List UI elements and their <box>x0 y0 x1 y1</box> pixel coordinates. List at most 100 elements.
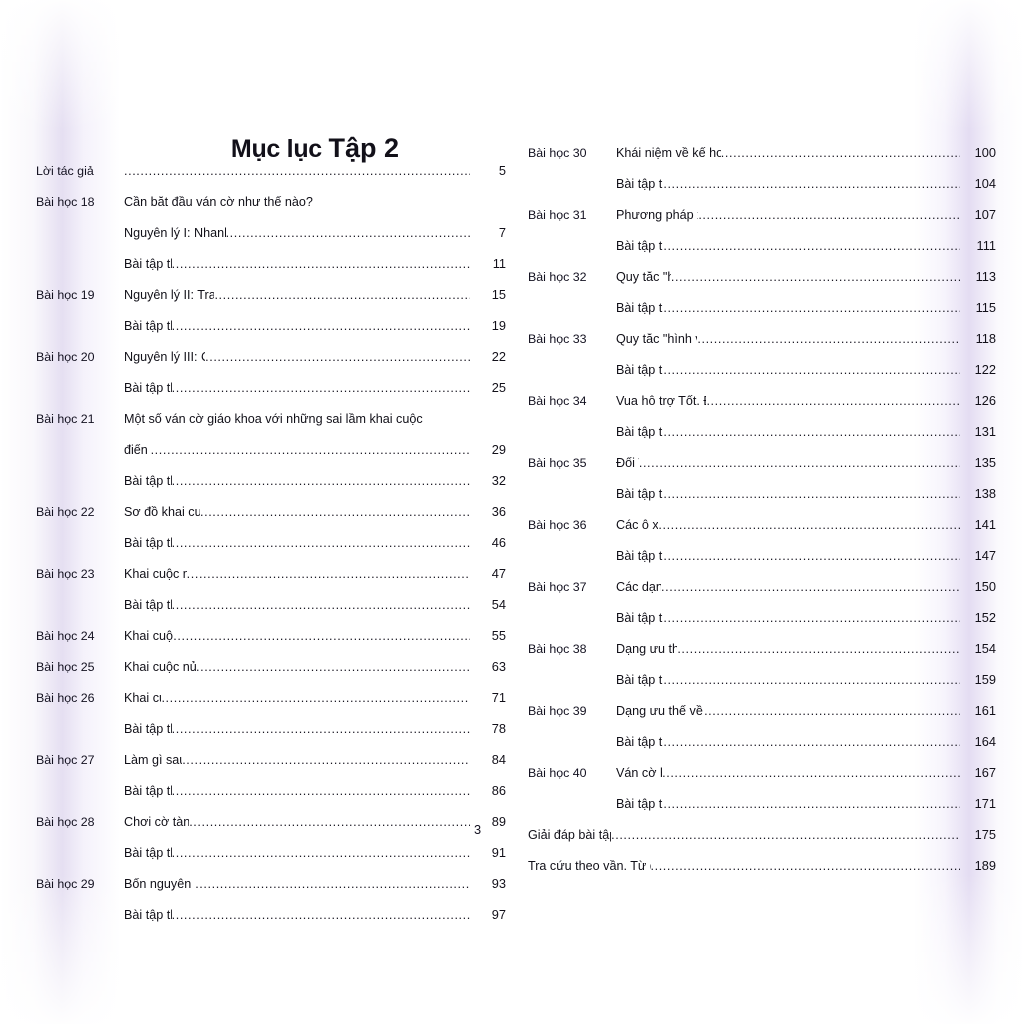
toc-row[interactable]: Bài học 36 Các ô xung yếu 141 <box>528 519 996 550</box>
toc-entry[interactable]: Nguyên lý I: Nhanh chóng phát triển lực … <box>124 227 506 240</box>
toc-entry[interactable]: Bài tập thực hành 11 <box>124 258 506 271</box>
toc-row[interactable]: Bài học 25 Khai cuộc nửa mở (tiếp theo) 63 <box>36 661 506 692</box>
toc-row[interactable]: Bài học 22 Sơ đồ khai cuộc. Khai cuộc mở 3… <box>36 506 506 537</box>
toc-row[interactable]: Bài tập thực hành 54 <box>36 599 506 630</box>
toc-row[interactable]: Bài tập thực hành 104 <box>528 178 996 209</box>
toc-row[interactable]: Bài học 23 Khai cuộc mở (tiếp theo) 47 <box>36 568 506 599</box>
toc-entry[interactable]: Bài tập thực hành 91 <box>124 847 506 860</box>
entry-title: Bài tập thực hành <box>124 723 172 736</box>
toc-row[interactable]: Bài học 33 Quy tắc "hình vuông" trong thự… <box>528 333 996 364</box>
toc-entry[interactable]: Vua hỗ trợ Tốt. Đôi điều về các Tốt biên… <box>616 395 996 408</box>
toc-row[interactable]: Lời tác giả 5 <box>36 165 506 196</box>
toc-entry[interactable]: Bài tập thực hành 159 <box>616 674 996 687</box>
toc-row[interactable]: Bài tập thực hành 78 <box>36 723 506 754</box>
toc-entry[interactable]: Khai cuộc mở (tiếp theo) 47 <box>124 568 506 581</box>
toc-entry[interactable]: Các ô xung yếu 141 <box>616 519 996 532</box>
toc-row[interactable]: Bài tập thực hành 11 <box>36 258 506 289</box>
toc-row[interactable]: Bài tập thực hành 122 <box>528 364 996 395</box>
toc-entry[interactable]: Bài tập thực hành 152 <box>616 612 996 625</box>
toc-row[interactable]: Bài tập thực hành 138 <box>528 488 996 519</box>
toc-entry[interactable]: Bài tập thực hành 78 <box>124 723 506 736</box>
toc-row[interactable]: Bài tập thực hành 147 <box>528 550 996 581</box>
toc-row[interactable]: Bài tập thực hành 32 <box>36 475 506 506</box>
toc-entry[interactable]: Khai cuộc nửa mở 55 <box>124 630 506 643</box>
toc-row[interactable]: Bài học 40 Ván cờ hoàn hảo 167 <box>528 767 996 798</box>
toc-row[interactable]: Nguyên lý I: Nhanh chóng phát triển lực … <box>36 227 506 258</box>
toc-entry[interactable]: Chơi cờ tàn như thế nào?89 <box>124 816 506 829</box>
toc-entry[interactable]: Bài tập thực hành 164 <box>616 736 996 749</box>
toc-row[interactable]: Bài học 18 Cần bắt đầu ván cờ như thế nào… <box>36 196 506 227</box>
toc-row[interactable]: Bài tập thực hành 164 <box>528 736 996 767</box>
toc-row[interactable]: Bài tập thực hành 171 <box>528 798 996 829</box>
toc-entry[interactable]: Phương pháp xử lý ưu thế vật chất 107 <box>616 209 996 222</box>
toc-entry[interactable]: Khái niệm về kế hoạch. Xử lý ưu thế vật … <box>616 147 996 160</box>
toc-row[interactable]: Bài tập thực hành 159 <box>528 674 996 705</box>
toc-row[interactable]: Bài học 26 Khai cuộc kín 71 <box>36 692 506 723</box>
toc-entry[interactable]: Bài tập thực hành 54 <box>124 599 506 612</box>
toc-entry[interactable]: Khai cuộc nửa mở (tiếp theo) 63 <box>124 661 506 674</box>
toc-row[interactable]: Bài tập thực hành 111 <box>528 240 996 271</box>
toc-entry[interactable]: Các dạng ưu thế 150 <box>616 581 996 594</box>
toc-entry[interactable]: Bài tập thực hành 115 <box>616 302 996 315</box>
toc-entry[interactable]: Quy tắc "hình vuông" 113 <box>616 271 996 284</box>
toc-entry[interactable]: Tra cứu theo vần. Từ điển thuật ngữ cờ V… <box>528 860 996 873</box>
toc-entry[interactable]: Sơ đồ khai cuộc. Khai cuộc mở 36 <box>124 506 506 519</box>
toc-entry[interactable]: điển hình 29 <box>124 444 506 457</box>
toc-row[interactable]: Bài học 31 Phương pháp xử lý ưu thế vật c… <box>528 209 996 240</box>
toc-row[interactable]: Bài học 29 Bốn nguyên lý cờ tàn cơ bản 93 <box>36 878 506 909</box>
toc-entry[interactable]: Quy tắc "hình vuông" trong thực tế 118 <box>616 333 996 346</box>
entry-title: Phương pháp xử lý ưu thế vật chất <box>616 209 698 222</box>
toc-row[interactable]: Bài học 34 Vua hỗ trợ Tốt. Đôi điều về cá… <box>528 395 996 426</box>
toc-row[interactable]: Tra cứu theo vần. Từ điển thuật ngữ cờ V… <box>528 860 996 891</box>
toc-row[interactable]: Bài học 37 Các dạng ưu thế 150 <box>528 581 996 612</box>
toc-entry[interactable]: Nguyên lý III: Cấu trúc Tốt hài hòa 22 <box>124 351 506 364</box>
toc-entry[interactable]: Bài tập thực hành 171 <box>616 798 996 811</box>
toc-entry[interactable]: Một số ván cờ giáo khoa với những sai lầ… <box>124 413 506 426</box>
toc-entry[interactable]: Bài tập thực hành 25 <box>124 382 506 395</box>
toc-entry[interactable]: Bốn nguyên lý cờ tàn cơ bản 93 <box>124 878 506 891</box>
toc-row[interactable]: Bài học 28 Chơi cờ tàn như thế nào?89 <box>36 816 506 847</box>
toc-row[interactable]: Bài tập thực hành 97 <box>36 909 506 940</box>
toc-row[interactable]: Bài tập thực hành 86 <box>36 785 506 816</box>
toc-row[interactable]: Bài học 39 Dạng ưu thế về thời gian. An t… <box>528 705 996 736</box>
toc-row[interactable]: Bài tập thực hành 46 <box>36 537 506 568</box>
toc-entry[interactable]: Bài tập thực hành 131 <box>616 426 996 439</box>
toc-entry[interactable]: Đổi Vua 135 <box>616 457 996 470</box>
toc-row[interactable]: Bài tập thực hành 131 <box>528 426 996 457</box>
toc-entry[interactable]: Bài tập thực hành 111 <box>616 240 996 253</box>
toc-row[interactable]: Bài tập thực hành 19 <box>36 320 506 351</box>
toc-row[interactable]: Bài học 35 Đổi Vua 135 <box>528 457 996 488</box>
toc-row[interactable]: Bài học 27 Làm gì sau khai cuộc? 84 <box>36 754 506 785</box>
toc-entry[interactable]: Giải đáp bài tập thực hành 175 <box>528 829 996 842</box>
toc-entry[interactable]: Bài tập thực hành 147 <box>616 550 996 563</box>
toc-row[interactable]: Bài học 20 Nguyên lý III: Cấu trúc Tốt hà… <box>36 351 506 382</box>
toc-entry[interactable]: Làm gì sau khai cuộc? 84 <box>124 754 506 767</box>
toc-entry[interactable]: Bài tập thực hành 138 <box>616 488 996 501</box>
toc-entry[interactable]: Nguyên lý II: Tranh giành khu trung tâm 1… <box>124 289 506 302</box>
toc-entry[interactable]: Dạng ưu thế về thời gian. An toàn Vua 161 <box>616 705 996 718</box>
toc-entry[interactable]: Bài tập thực hành 97 <box>124 909 506 922</box>
toc-entry[interactable]: Ván cờ hoàn hảo 167 <box>616 767 996 780</box>
toc-row[interactable]: Giải đáp bài tập thực hành 175 <box>528 829 996 860</box>
toc-row[interactable]: Bài học 21 Một số ván cờ giáo khoa với nh… <box>36 413 506 444</box>
toc-entry[interactable]: Bài tập thực hành 46 <box>124 537 506 550</box>
toc-entry[interactable]: Bài tập thực hành 104 <box>616 178 996 191</box>
toc-entry[interactable]: Bài tập thực hành 19 <box>124 320 506 333</box>
toc-row[interactable]: Bài học 38 Dạng ưu thế không gian 154 <box>528 643 996 674</box>
toc-row[interactable]: Bài học 19 Nguyên lý II: Tranh giành khu … <box>36 289 506 320</box>
toc-row[interactable]: Bài tập thực hành 25 <box>36 382 506 413</box>
toc-row[interactable]: Bài học 24 Khai cuộc nửa mở 55 <box>36 630 506 661</box>
toc-entry[interactable]: Khai cuộc kín 71 <box>124 692 506 705</box>
toc-entry[interactable]: Bài tập thực hành 122 <box>616 364 996 377</box>
toc-entry[interactable]: 5 <box>124 165 506 178</box>
toc-row[interactable]: Bài tập thực hành 91 <box>36 847 506 878</box>
toc-entry[interactable]: Bài tập thực hành 86 <box>124 785 506 798</box>
toc-entry[interactable]: Bài tập thực hành 32 <box>124 475 506 488</box>
toc-row[interactable]: Bài tập thực hành 115 <box>528 302 996 333</box>
toc-entry[interactable]: Dạng ưu thế không gian 154 <box>616 643 996 656</box>
toc-row[interactable]: Bài học 32 Quy tắc "hình vuông" 113 <box>528 271 996 302</box>
toc-row[interactable]: điển hình 29 <box>36 444 506 475</box>
toc-row[interactable]: Bài tập thực hành 152 <box>528 612 996 643</box>
toc-row[interactable]: Bài học 30 Khái niệm về kế hoạch. Xử lý ư… <box>528 147 996 178</box>
toc-entry[interactable]: Cần bắt đầu ván cờ như thế nào? <box>124 196 506 209</box>
